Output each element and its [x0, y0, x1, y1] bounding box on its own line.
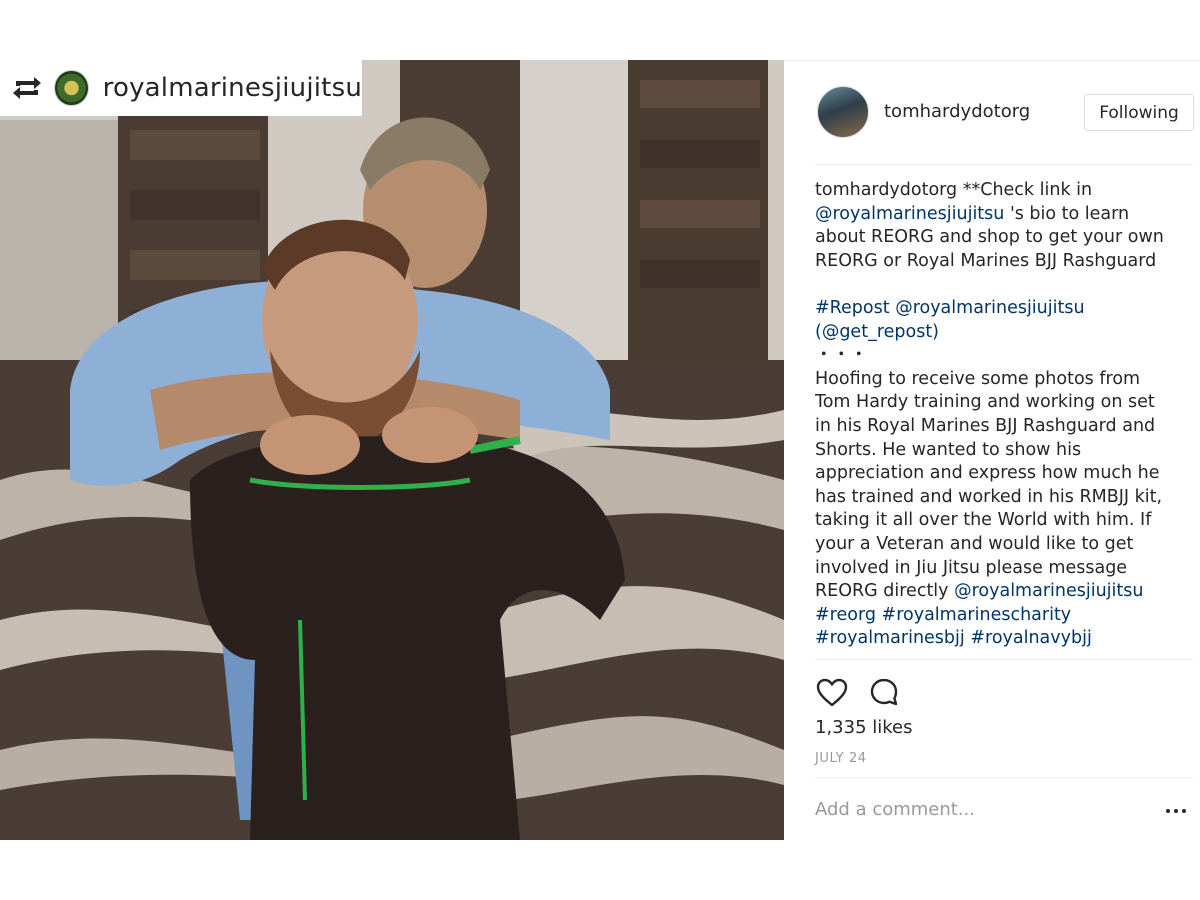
post-date: JULY 24 — [815, 751, 867, 766]
caption-mention[interactable]: @royalmarinesjiujitsu — [895, 298, 1084, 318]
caption-mention[interactable]: (@get_repost) — [815, 322, 939, 342]
post-photo[interactable] — [0, 60, 784, 840]
caption-author[interactable]: tomhardydotorg — [815, 180, 957, 200]
post-caption: tomhardydotorg **Check link in @royalmar… — [815, 179, 1175, 659]
comment-icon[interactable] — [867, 675, 901, 709]
post-actions — [815, 675, 901, 709]
avatar[interactable] — [817, 86, 869, 138]
caption-body: Hoofing to receive some photos from Tom … — [815, 368, 1163, 602]
heart-icon[interactable] — [815, 675, 849, 709]
following-button[interactable]: Following — [1084, 94, 1194, 131]
caption-hashtag[interactable]: #royalnavybjj — [970, 628, 1091, 648]
more-icon[interactable] — [1166, 809, 1192, 817]
header-divider — [815, 164, 1193, 165]
photo-scene — [0, 60, 784, 840]
caption-divider — [815, 659, 1193, 660]
caption-hashtag[interactable]: #royalmarinesbjj — [815, 628, 965, 648]
caption-hashtag[interactable]: #royalmarinescharity — [882, 605, 1072, 625]
add-comment-input[interactable]: Add a comment... — [815, 799, 975, 820]
post-sidebar: tomhardydotorg Following tomhardydotorg … — [784, 60, 1200, 840]
repost-icon — [12, 72, 42, 104]
caption-text: **Check link in — [957, 180, 1093, 200]
repost-badge: royalmarinesjiujitsu — [0, 60, 362, 116]
likes-count[interactable]: 1,335 likes — [815, 717, 913, 738]
caption-mention[interactable]: @royalmarinesjiujitsu — [954, 581, 1143, 601]
caption-mention[interactable]: @royalmarinesjiujitsu — [815, 204, 1004, 224]
caption-dots: ・・・ — [815, 345, 868, 366]
repost-username: royalmarinesjiujitsu — [102, 73, 362, 103]
caption-hashtag[interactable]: #reorg — [815, 605, 876, 625]
post-header: tomhardydotorg Following — [784, 61, 1200, 164]
caption-hashtag[interactable]: #Repost — [815, 298, 890, 318]
repost-avatar — [54, 70, 89, 106]
post-username[interactable]: tomhardydotorg — [884, 101, 1030, 122]
comment-divider — [815, 777, 1193, 778]
